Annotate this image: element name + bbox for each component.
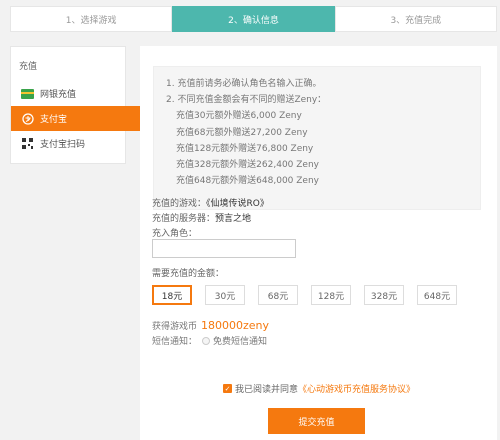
game-label: 充值的游戏： [152,199,207,209]
sidebar-item-label: 网银充值 [40,90,77,100]
server-row: 充值的服务器：预言之地 [152,211,251,224]
amount-option-328[interactable]: 328元 [364,285,404,305]
server-value: 预言之地 [215,214,252,224]
step-confirm-info: 2、确认信息 [172,6,335,32]
role-name-input[interactable] [152,239,296,258]
sidebar-item-alipay-qr[interactable]: 支付宝扫码 [11,131,125,156]
amount-option-648[interactable]: 648元 [417,285,457,305]
confirm-info-panel: 1. 充值前请务必确认角色名输入正确。 2. 不同充值金额会有不同的赠送Zeny… [140,46,497,440]
sidebar-item-label: 支付宝 [40,115,68,125]
amount-options: 18元 30元 68元 128元 328元 648元 [152,285,470,305]
amount-option-18[interactable]: 18元 [152,285,192,305]
sms-radio[interactable] [202,336,211,345]
notice-line: 充值68元额外赠送27,200 Zeny [176,127,308,138]
gain-label: 获得游戏币 [152,322,198,332]
amount-option-30[interactable]: 30元 [205,285,245,305]
sidebar-item-label: 支付宝扫码 [40,140,86,150]
server-label: 充值的服务器： [152,214,216,224]
notice-line: 2. 不同充值金额会有不同的赠送Zeny： [166,95,327,106]
game-value: 《仙境传说RO》 [206,199,269,209]
gain-value: 180000zeny [201,319,270,332]
step-progress-bar: 1、选择游戏 2、确认信息 3、充值完成 [10,6,497,32]
sms-option-label: 免费短信通知 [213,337,268,347]
notice-line: 充值128元额外赠送76,800 Zeny [176,143,314,154]
notice-line: 1. 充值前请务必确认角色名输入正确。 [166,79,322,89]
amount-option-68[interactable]: 68元 [258,285,298,305]
sidebar-item-bank[interactable]: 网银充值 [11,81,125,106]
step-select-game: 1、选择游戏 [10,6,173,32]
notice-line: 充值648元额外赠送648,000 Zeny [176,176,319,187]
notice-line: 充值328元额外赠送262,400 Zeny [176,160,319,171]
qr-code-icon [21,138,34,149]
role-label: 充入角色： [152,229,198,239]
agreement-row: ✓ 我已阅读并同意 《心动游戏币充值服务协议》 [223,382,415,395]
agreement-text: 我已阅读并同意 [235,385,299,395]
gain-row: 获得游戏币 180000zeny [152,319,269,332]
amount-label: 需要充值的金额： [152,269,225,279]
sidebar-item-alipay[interactable]: 支付宝 [11,106,153,131]
agreement-checkbox[interactable]: ✓ [223,384,232,393]
sms-label: 短信通知： [152,337,198,347]
sidebar-title: 充值 [19,62,38,72]
notice-line: 充值30元额外赠送6,000 Zeny [176,111,302,122]
payment-method-sidebar: 充值 网银充值 支付宝 支付宝扫码 [10,46,153,164]
bank-card-icon [21,88,34,99]
game-row: 充值的游戏：《仙境传说RO》 [152,196,269,209]
recharge-notice: 1. 充值前请务必确认角色名输入正确。 2. 不同充值金额会有不同的赠送Zeny… [153,66,481,210]
amount-option-128[interactable]: 128元 [311,285,351,305]
submit-recharge-button[interactable]: 提交充值 [268,408,365,434]
sms-row: 短信通知： 免费短信通知 [152,334,267,347]
step-complete: 3、充值完成 [334,6,497,32]
agreement-link[interactable]: 《心动游戏币充值服务协议》 [298,382,415,395]
alipay-icon [21,112,34,125]
